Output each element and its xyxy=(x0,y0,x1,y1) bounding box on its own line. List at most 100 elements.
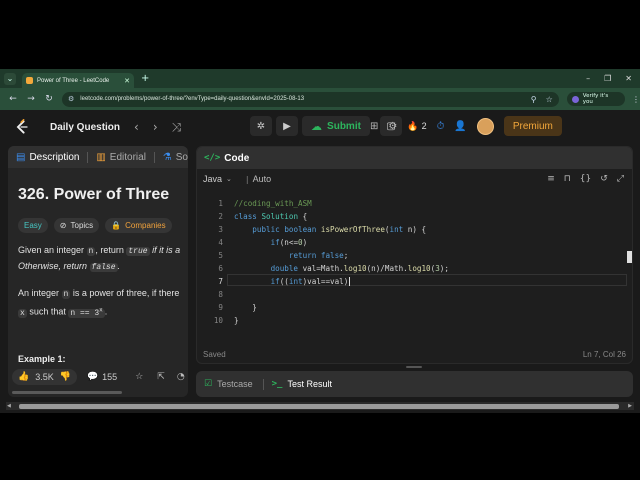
letterbox-top xyxy=(0,0,640,69)
star-icon[interactable]: ☆ xyxy=(135,372,143,382)
inline-code: true xyxy=(126,247,150,256)
reset-icon[interactable]: ↺ xyxy=(600,174,608,184)
tab-test-result[interactable]: >_ Test Result xyxy=(272,379,332,389)
comment-icon[interactable]: 💬 xyxy=(87,372,98,382)
code-token: } xyxy=(234,316,239,325)
fullscreen-icon[interactable]: ⤢ xyxy=(617,174,624,184)
timer-icon[interactable]: ⏱ xyxy=(437,121,445,132)
tab-description[interactable]: ▤ Description xyxy=(16,152,79,163)
code-line: if((int)val==val) xyxy=(234,277,351,286)
browser-menu-icon[interactable]: ⋮ xyxy=(632,95,640,104)
prev-problem-icon[interactable]: ‹ xyxy=(134,120,139,134)
forward-icon[interactable]: → xyxy=(26,94,36,104)
code-token: if xyxy=(270,277,280,286)
streak-counter[interactable]: 🔥 2 xyxy=(407,121,426,132)
braces-icon[interactable]: {} xyxy=(580,174,591,184)
minimize-icon[interactable]: – xyxy=(586,74,590,83)
description-scrollbar[interactable] xyxy=(12,391,122,394)
tab-testcase[interactable]: ☑ Testcase xyxy=(204,379,253,389)
code-token: return xyxy=(288,251,317,260)
thumbs-down-icon[interactable]: 👎 xyxy=(60,372,71,382)
mode-label: Auto xyxy=(252,174,272,184)
layout-icon[interactable]: ⊞ xyxy=(370,121,378,132)
chevron-down-icon: ⌄ xyxy=(226,175,232,183)
next-problem-icon[interactable]: › xyxy=(153,120,158,134)
editor-scrollbar-thumb[interactable] xyxy=(627,251,632,263)
tab-divider xyxy=(87,151,89,163)
new-tab-icon[interactable]: + xyxy=(141,73,149,84)
address-bar[interactable]: ⚙ leetcode.com/problems/power-of-three/?… xyxy=(62,91,559,107)
url-text: leetcode.com/problems/power-of-three/?en… xyxy=(80,96,305,102)
browser-tab[interactable]: Power of Three - LeetCode ✕ xyxy=(22,73,134,88)
code-editor[interactable]: 1 2 3 4 5 6 7 8 9 10 //coding_with_ASM c… xyxy=(197,197,632,337)
desc-text: Otherwise, return xyxy=(18,261,90,271)
companies-tag[interactable]: 🔒 Companies xyxy=(105,218,172,233)
code-token: Solution xyxy=(261,212,299,221)
profile-label: Verify it's you xyxy=(582,93,609,105)
topics-tag[interactable]: ⊘ Topics xyxy=(53,218,100,233)
scroll-right-icon[interactable]: ▶ xyxy=(628,403,632,409)
line-number: 8 xyxy=(218,290,223,299)
desc-text: . xyxy=(104,306,108,317)
scroll-left-icon[interactable]: ◀ xyxy=(7,403,11,409)
code-token: ); xyxy=(439,264,449,273)
scrollbar-thumb[interactable] xyxy=(18,403,619,409)
tab-search-icon[interactable]: ⌄ xyxy=(4,72,16,85)
code-token: int xyxy=(389,225,404,234)
tab-solutions[interactable]: ⚗ So xyxy=(163,152,188,163)
code-token: boolean xyxy=(284,225,317,234)
premium-button[interactable]: Premium xyxy=(503,116,562,136)
inline-code: n == 3x xyxy=(68,306,105,318)
code-token: n) { xyxy=(403,225,427,234)
site-info-icon[interactable]: ⚙ xyxy=(68,95,74,103)
line-number: 7 xyxy=(218,277,223,286)
bookmark-icon[interactable]: ⊓ xyxy=(564,174,571,184)
save-status: Saved xyxy=(203,349,226,359)
settings-gear-icon[interactable]: ⚙ xyxy=(388,121,397,132)
editor-status-bar: Saved Ln 7, Col 26 xyxy=(197,347,632,361)
profile-button[interactable]: Verify it's you xyxy=(566,92,626,106)
zoom-icon[interactable]: ⚲ xyxy=(531,95,537,104)
auto-mode-toggle[interactable]: | Auto xyxy=(246,174,271,184)
thumbs-up-icon[interactable]: 👍 xyxy=(18,372,29,382)
panel-resize-handle[interactable] xyxy=(406,366,422,368)
problem-title[interactable]: 326. Power of Three xyxy=(18,186,169,204)
maximize-icon[interactable]: ❐ xyxy=(604,74,611,83)
daily-question-label[interactable]: Daily Question xyxy=(50,122,120,133)
random-problem-icon[interactable]: ⤨ xyxy=(172,120,182,135)
bookmark-star-icon[interactable]: ☆ xyxy=(546,95,553,104)
submit-button[interactable]: ☁ Submit xyxy=(302,116,370,136)
leetcode-logo-icon[interactable] xyxy=(14,119,30,135)
comments-count[interactable]: 155 xyxy=(102,372,117,382)
streak-count: 2 xyxy=(421,121,427,131)
page-horizontal-scrollbar[interactable]: ◀ ▶ xyxy=(6,402,634,410)
fire-icon: 🔥 xyxy=(407,120,419,131)
run-icon[interactable]: ▶ xyxy=(276,116,298,136)
description-line-4: x such that n == 3x. xyxy=(18,302,107,321)
code-token: ; xyxy=(343,251,349,260)
back-icon[interactable]: ← xyxy=(8,94,18,104)
add-user-icon[interactable]: 👤 xyxy=(454,121,466,132)
tab-editorial[interactable]: ▥ Editorial xyxy=(96,152,146,163)
code-token: ) xyxy=(302,238,308,247)
close-tab-icon[interactable]: ✕ xyxy=(124,77,130,85)
format-icon[interactable]: ≡ xyxy=(547,174,555,184)
description-panel: ▤ Description ▥ Editorial ⚗ So 326. Powe… xyxy=(8,146,188,397)
user-avatar[interactable] xyxy=(476,117,494,135)
code-token: log10 xyxy=(343,264,367,273)
debug-icon[interactable]: ✲ xyxy=(250,116,272,136)
code-token: val=Math. xyxy=(298,264,344,273)
inline-code: x xyxy=(18,308,27,318)
tab-divider xyxy=(262,378,264,390)
code-token: isPowerOfThree xyxy=(320,225,385,234)
help-icon[interactable]: ◔ xyxy=(177,372,185,382)
code-token: )val==val) xyxy=(302,277,349,286)
reload-icon[interactable]: ↻ xyxy=(44,94,54,104)
desc-text: An integer xyxy=(18,288,62,298)
browser-tab-strip: ⌄ Power of Three - LeetCode ✕ + – ❐ ✕ xyxy=(0,69,640,88)
example-heading: Example 1: xyxy=(18,354,66,364)
profile-avatar-icon xyxy=(571,95,579,103)
share-icon[interactable]: ⇱ xyxy=(157,372,165,382)
close-window-icon[interactable]: ✕ xyxy=(625,74,632,83)
language-select[interactable]: Java ⌄ xyxy=(203,174,232,184)
